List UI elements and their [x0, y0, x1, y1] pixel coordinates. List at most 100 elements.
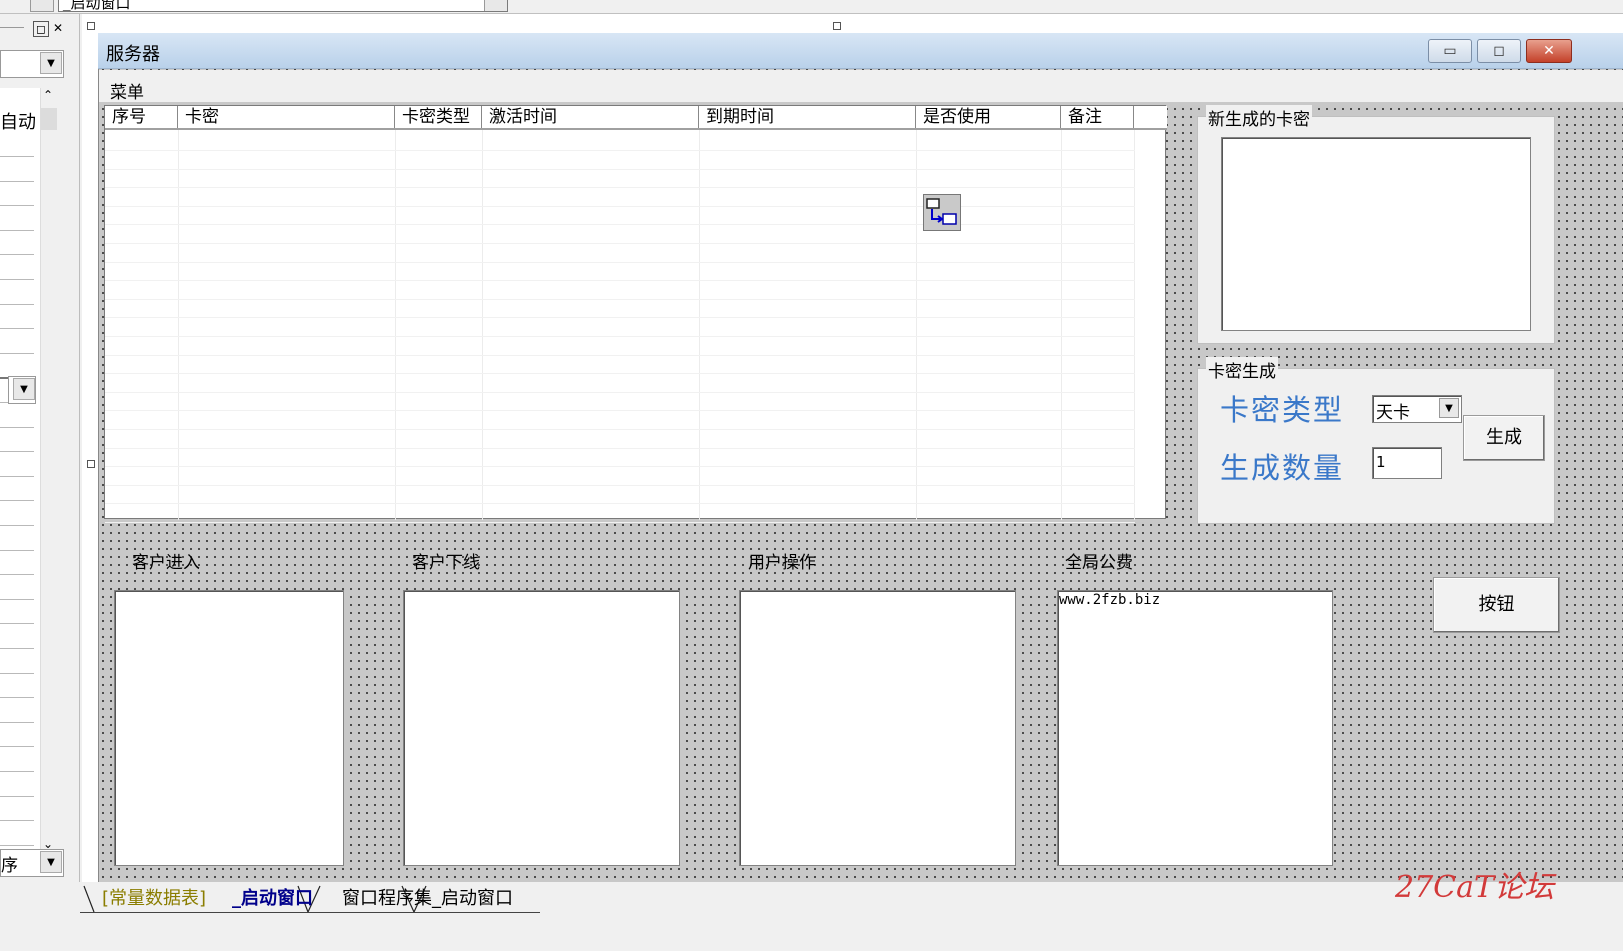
grid-line — [699, 130, 700, 520]
property-row-line — [0, 844, 34, 846]
property-row-line — [0, 525, 34, 526]
property-row-line — [0, 623, 34, 625]
column-header[interactable]: 卡密类型 — [395, 106, 482, 128]
chevron-down-icon[interactable]: ▼ — [40, 851, 62, 873]
card-table[interactable]: 序号 卡密 卡密类型 激活时间 到期时间 是否使用 备注 — [104, 105, 1167, 523]
card-type-select[interactable]: 天卡 ▼ — [1372, 395, 1462, 423]
grid-row-line — [105, 466, 1135, 468]
property-row-line — [0, 426, 34, 428]
property-row-line — [0, 549, 34, 551]
resize-handle[interactable] — [87, 460, 95, 468]
column-header[interactable]: 是否使用 — [916, 106, 1061, 128]
tab-constant-table[interactable]: [常量数据表] — [102, 886, 206, 912]
property-row-line — [0, 451, 34, 453]
property-row-line — [0, 500, 34, 502]
count-input[interactable]: 1 — [1372, 447, 1442, 479]
user-operation-log[interactable] — [739, 590, 1016, 866]
maximize-button[interactable]: ◻ — [1477, 39, 1521, 63]
grid-row-line — [105, 280, 1135, 282]
column-header[interactable]: 到期时间 — [699, 106, 916, 128]
grid-row-line — [105, 484, 1135, 486]
menu-item[interactable]: 菜单 — [110, 78, 144, 103]
column-header[interactable]: 卡密 — [178, 106, 395, 128]
grid-row-line — [105, 447, 1135, 449]
property-row-line — [0, 771, 34, 772]
minimize-icon: ▭ — [1443, 43, 1457, 59]
scroll-thumb[interactable] — [41, 108, 57, 130]
column-header[interactable]: 备注 — [1061, 106, 1134, 128]
property-row-line — [0, 229, 34, 231]
property-list[interactable]: 自动 — [0, 88, 40, 871]
property-row-line — [0, 697, 34, 699]
new-cards-textarea[interactable] — [1221, 137, 1531, 331]
event-selector-value: 序 — [1, 856, 18, 876]
top-small-combo[interactable] — [30, 0, 54, 12]
grid-row-line — [105, 224, 1135, 226]
grid-line — [178, 130, 179, 520]
grid-row-line — [105, 317, 1135, 319]
action-button[interactable]: 按钮 — [1433, 577, 1560, 633]
resize-handle[interactable] — [87, 22, 95, 30]
property-row-line — [0, 279, 34, 280]
close-icon[interactable]: ✕ — [51, 21, 65, 35]
chevron-down-icon[interactable]: ▼ — [13, 378, 35, 400]
property-row-line — [0, 254, 34, 256]
grid-row-line — [105, 298, 1135, 300]
grid-row-line — [105, 373, 1135, 375]
tab-startup-window[interactable]: _启动窗口 — [232, 886, 313, 912]
new-cards-group: 新生成的卡密 — [1197, 105, 1555, 344]
grid-row-line — [105, 187, 1135, 189]
network-component-icon[interactable] — [923, 194, 961, 231]
global-notice-log[interactable]: www.2fzb.biz — [1057, 590, 1333, 866]
restore-icon[interactable]: ◻ — [33, 21, 49, 37]
count-value: 1 — [1376, 453, 1386, 471]
chevron-down-icon[interactable]: ▼ — [40, 52, 62, 74]
column-header[interactable]: 序号 — [105, 106, 178, 128]
count-label: 生成数量 — [1220, 451, 1345, 485]
grid-line — [916, 130, 917, 520]
customer-join-log[interactable] — [114, 590, 344, 866]
card-type-value: 天卡 — [1376, 403, 1410, 423]
property-row-line — [0, 180, 34, 182]
chevron-down-icon[interactable]: ▼ — [1439, 398, 1459, 418]
log-label-global-notice: 全局公费 — [1065, 553, 1133, 573]
property-row-line — [0, 746, 34, 748]
close-icon: ✕ — [1543, 43, 1555, 59]
window-titlebar[interactable]: 服务器 ▭ ◻ ✕ — [98, 33, 1623, 69]
property-list-item[interactable]: 自动 — [0, 108, 36, 134]
grid-row-line — [105, 205, 1135, 207]
log-label-user-operation: 用户操作 — [748, 553, 816, 573]
tab-window-assembly[interactable]: 窗口程序集_启动窗口 — [342, 886, 513, 912]
event-selector-combo[interactable]: 序 ▼ — [0, 849, 64, 877]
menu-bar: 菜单 — [99, 70, 1623, 103]
property-row-line — [0, 820, 34, 822]
grid-row-line — [105, 503, 1135, 505]
generate-button[interactable]: 生成 — [1463, 415, 1545, 461]
column-header[interactable]: 激活时间 — [482, 106, 699, 128]
minimize-button[interactable]: ▭ — [1428, 39, 1472, 63]
property-row-line — [0, 352, 34, 354]
resize-handle[interactable] — [833, 22, 841, 30]
scroll-up-icon[interactable]: ⌃ — [43, 88, 53, 102]
window-selector-combo[interactable]: _启动窗口 — [58, 0, 508, 12]
card-type-label: 卡密类型 — [1220, 393, 1345, 427]
grid-line — [395, 130, 396, 520]
property-row-line — [0, 328, 34, 330]
property-scrollbar[interactable]: ⌃ ⌄ — [40, 88, 59, 853]
grid-row-line — [105, 243, 1135, 244]
property-row-line — [0, 574, 34, 576]
object-selector-combo[interactable]: ▼ — [0, 50, 64, 78]
grid-row-line — [105, 522, 1135, 523]
property-row-line — [0, 205, 34, 207]
customer-leave-log[interactable] — [403, 590, 680, 866]
window-selector-value: _启动窗口 — [63, 0, 131, 12]
property-row-line — [0, 672, 34, 674]
maximize-icon: ◻ — [1493, 43, 1505, 59]
grid-row-line — [105, 168, 1135, 170]
property-value-combo[interactable]: ▼ — [8, 376, 36, 404]
property-row-line — [0, 303, 34, 305]
close-button[interactable]: ✕ — [1526, 39, 1572, 63]
chevron-down-icon[interactable] — [484, 0, 507, 11]
grid-line — [1134, 130, 1135, 520]
card-generate-group: 卡密生成 卡密类型 生成数量 天卡 ▼ 1 生成 — [1197, 357, 1555, 524]
